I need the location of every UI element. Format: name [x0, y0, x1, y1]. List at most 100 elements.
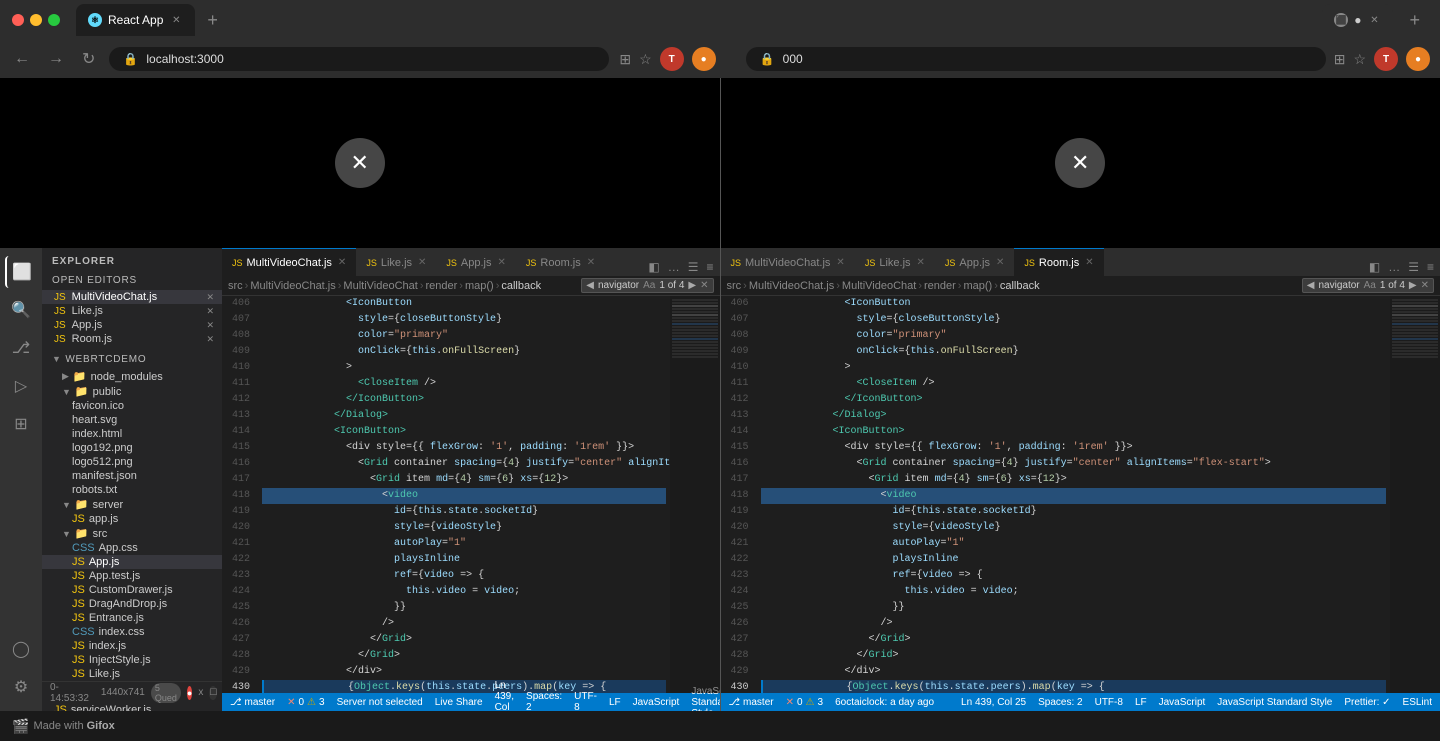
explorer-icon[interactable]: ⬜: [5, 256, 37, 288]
dots-icon-right[interactable]: …: [1386, 258, 1402, 276]
second-translate-icon[interactable]: ⊞: [1334, 51, 1346, 68]
open-file-multichat[interactable]: JS MultiVideoChat.js ✕: [42, 290, 222, 304]
app-close-icon[interactable]: ✕: [206, 320, 214, 331]
server-status-left[interactable]: Server not selected: [337, 697, 423, 708]
editor-tab-room[interactable]: JS Room.js ✕: [516, 248, 605, 276]
debug-icon[interactable]: ▷: [5, 370, 37, 402]
refresh-button[interactable]: ↻: [78, 45, 99, 73]
split-icon[interactable]: ◧: [646, 258, 661, 276]
source-control-icon[interactable]: ⎇: [5, 332, 37, 364]
second-user-avatar-2[interactable]: ●: [1406, 47, 1430, 71]
error-count-right[interactable]: ✕ 0 ⚠ 3: [786, 697, 823, 708]
search-close[interactable]: ✕: [700, 280, 708, 291]
more-icon-right[interactable]: ☰: [1406, 258, 1421, 276]
folder-node-modules[interactable]: ▶ 📁 node_modules: [42, 369, 222, 384]
search-activity-icon[interactable]: 🔍: [5, 294, 37, 326]
code-editor-left[interactable]: 406 407 408 409 410 411 412 413 414 415: [222, 296, 670, 693]
folder-src[interactable]: ▼ 📁 src: [42, 526, 222, 541]
file-index-js[interactable]: JS index.js: [42, 639, 222, 653]
second-url-bar[interactable]: 🔒 000: [746, 47, 1326, 71]
file-favicon[interactable]: favicon.ico: [42, 399, 222, 413]
user-avatar-1[interactable]: T: [660, 47, 684, 71]
split-icon-right[interactable]: ◧: [1367, 258, 1382, 276]
second-tab-close[interactable]: ✕: [1367, 13, 1381, 27]
terminal-red-btn[interactable]: ●: [187, 686, 192, 700]
settings-icon[interactable]: ⚙: [5, 671, 37, 703]
folder-server[interactable]: ▼ 📁 server: [42, 497, 222, 512]
more-icon[interactable]: ☰: [686, 258, 701, 276]
terminal-x[interactable]: x: [198, 687, 203, 698]
file-app-js[interactable]: JS App.js: [42, 555, 222, 569]
editor-search-left[interactable]: ◀ navigator Aa 1 of 4 ▶ ✕: [581, 278, 713, 293]
room-close-icon[interactable]: ✕: [206, 334, 214, 345]
code-editor-right[interactable]: 406 407 408 409 410 411 412 413 414 415: [721, 296, 1391, 693]
maximize-button[interactable]: [48, 14, 60, 26]
file-drag-drop[interactable]: JS DragAndDrop.js: [42, 597, 222, 611]
editor-tab-like-right[interactable]: JS Like.js ✕: [855, 248, 935, 276]
editor-tab-multichat-right[interactable]: JS MultiVideoChat.js ✕: [721, 248, 855, 276]
second-bookmark-icon[interactable]: ☆: [1353, 51, 1366, 68]
back-button[interactable]: ←: [10, 46, 34, 72]
file-close-icon[interactable]: ✕: [206, 292, 214, 303]
close-fullscreen-button-right[interactable]: ✕: [1055, 138, 1105, 188]
file-like-js[interactable]: JS Like.js: [42, 667, 222, 681]
file-inject-style[interactable]: JS InjectStyle.js: [42, 653, 222, 667]
breadcrumb-toggle-right[interactable]: ≡: [1425, 258, 1436, 276]
tab-like-close[interactable]: ✕: [418, 257, 426, 268]
file-index-css[interactable]: CSS index.css: [42, 625, 222, 639]
file-logo192[interactable]: logo192.png: [42, 441, 222, 455]
file-custom-drawer[interactable]: JS CustomDrawer.js: [42, 583, 222, 597]
dots-icon[interactable]: …: [666, 258, 682, 276]
translate-icon[interactable]: ⊞: [619, 51, 631, 68]
file-entrance[interactable]: JS Entrance.js: [42, 611, 222, 625]
close-button[interactable]: [12, 14, 24, 26]
file-heart[interactable]: heart.svg: [42, 413, 222, 427]
second-window-tab[interactable]: ⬛ ● ✕: [1322, 4, 1393, 36]
bookmark-icon[interactable]: ☆: [639, 51, 652, 68]
folder-public[interactable]: ▼ 📁 public: [42, 384, 222, 399]
file-app-css[interactable]: CSS App.css: [42, 541, 222, 555]
tab-room-close-right[interactable]: ✕: [1085, 257, 1093, 268]
breadcrumb-toggle[interactable]: ≡: [704, 258, 715, 276]
git-branch-left[interactable]: ⎇ master: [230, 697, 275, 708]
tab-close-btn[interactable]: ✕: [169, 13, 183, 27]
search-nav-prev-r[interactable]: ◀: [1307, 280, 1315, 291]
tab-multichat-close-right[interactable]: ✕: [836, 257, 844, 268]
file-robots[interactable]: robots.txt: [42, 483, 222, 497]
extensions-icon[interactable]: ⊞: [5, 408, 37, 440]
live-share-left[interactable]: Live Share: [435, 697, 483, 708]
editor-tab-app-right[interactable]: JS App.js ✕: [935, 248, 1014, 276]
url-bar[interactable]: 🔒 localhost:3000: [109, 47, 609, 71]
tab-room-close[interactable]: ✕: [587, 257, 595, 268]
file-manifest[interactable]: manifest.json: [42, 469, 222, 483]
file-server-app[interactable]: JS app.js: [42, 512, 222, 526]
editor-tab-multichat[interactable]: JS MultiVideoChat.js ✕: [222, 248, 356, 276]
user-avatar-2[interactable]: ●: [692, 47, 716, 71]
second-new-tab-button[interactable]: +: [1401, 6, 1428, 35]
new-tab-button[interactable]: +: [199, 6, 226, 35]
search-nav-next[interactable]: ▶: [688, 280, 696, 291]
open-file-room[interactable]: JS Room.js ✕: [42, 332, 222, 346]
search-close-r[interactable]: ✕: [1421, 280, 1429, 291]
open-file-like[interactable]: JS Like.js ✕: [42, 304, 222, 318]
search-nav-prev[interactable]: ◀: [586, 280, 594, 291]
server-status-right[interactable]: 6octaiclock: a day ago: [835, 697, 934, 708]
file-app-test[interactable]: JS App.test.js: [42, 569, 222, 583]
service-worker-file[interactable]: JS serviceWorker.js: [42, 703, 222, 711]
forward-button[interactable]: →: [44, 46, 68, 72]
tab-app-close-right[interactable]: ✕: [996, 257, 1004, 268]
terminal-dark-btn[interactable]: ☐: [209, 686, 217, 700]
tab-app-close[interactable]: ✕: [498, 257, 506, 268]
error-count-left[interactable]: ✕ 0 ⚠ 3: [287, 697, 324, 708]
file-index-html[interactable]: index.html: [42, 427, 222, 441]
minimize-button[interactable]: [30, 14, 42, 26]
editor-search-right[interactable]: ◀ navigator Aa 1 of 4 ▶ ✕: [1302, 278, 1434, 293]
editor-tab-app[interactable]: JS App.js ✕: [436, 248, 515, 276]
active-tab[interactable]: ⚛ React App ✕: [76, 4, 195, 36]
file-logo512[interactable]: logo512.png: [42, 455, 222, 469]
second-user-avatar-1[interactable]: T: [1374, 47, 1398, 71]
like-close-icon[interactable]: ✕: [206, 306, 214, 317]
tab-multichat-close[interactable]: ✕: [338, 257, 346, 268]
close-fullscreen-button-left[interactable]: ✕: [335, 138, 385, 188]
tab-like-close-right[interactable]: ✕: [917, 257, 925, 268]
